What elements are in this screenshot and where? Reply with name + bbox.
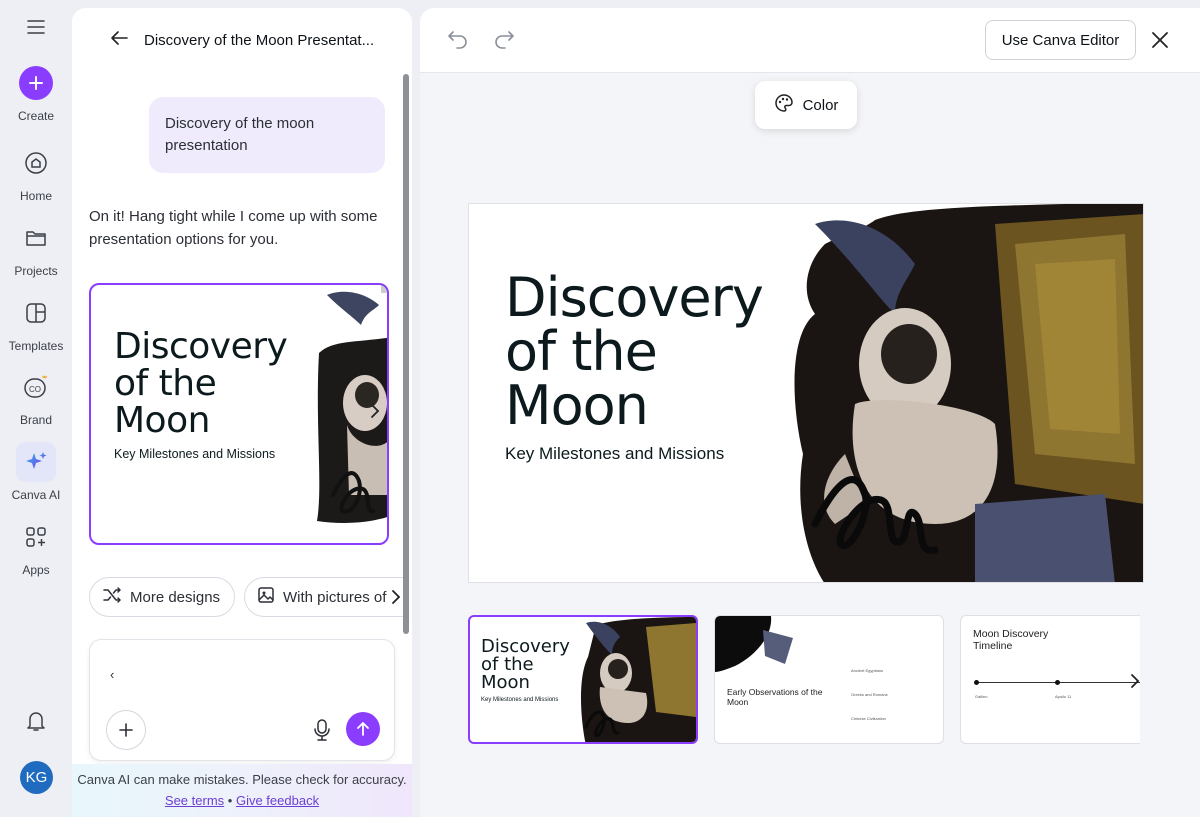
astronaut-image [794, 204, 1143, 582]
rail-brand-label: Brand [19, 413, 53, 427]
disclaimer-text: Canva AI can make mistakes. Please check… [77, 772, 407, 787]
rail-brand[interactable]: CO Brand [0, 367, 72, 427]
give-feedback-link[interactable]: Give feedback [236, 793, 319, 808]
redo-icon[interactable] [492, 28, 516, 55]
preview-next-icon[interactable] [369, 402, 387, 426]
thumb2-item: Greeks and Romans [851, 692, 888, 697]
undo-icon[interactable] [446, 28, 470, 55]
design-preview-card[interactable]: Discovery of the Moon Key Milestones and… [89, 283, 389, 545]
rail-canva-ai[interactable]: Canva AI [0, 442, 72, 502]
rail-create-label: Create [17, 109, 55, 123]
rail-apps[interactable]: Apps [0, 517, 72, 577]
rail-projects[interactable]: Projects [0, 218, 72, 278]
brand-icon: CO [16, 367, 56, 407]
panel-title: Discovery of the Moon Presentat... [144, 31, 375, 49]
thumb1-title: Discovery of the Moon [481, 636, 570, 693]
preview-canvas: Color Discovery of the Moon Key Mileston… [420, 73, 1200, 817]
back-arrow-icon[interactable] [110, 30, 128, 51]
rail-home[interactable]: Home [0, 143, 72, 203]
thumb2-heading: Early Observations of the Moon [727, 687, 823, 707]
home-icon [16, 143, 56, 183]
thumbnails-next-icon[interactable] [1129, 673, 1143, 689]
templates-icon [16, 293, 56, 333]
disclaimer-footer: Canva AI can make mistakes. Please check… [72, 764, 412, 817]
thumb1-subtitle: Key Milestones and Missions [481, 697, 559, 703]
slide-subtitle: Key Milestones and Missions [505, 444, 725, 463]
shuffle-icon [102, 586, 130, 608]
color-label: Color [802, 96, 839, 114]
thumb2-image [715, 616, 793, 672]
thumb3-item: Galileo [975, 694, 988, 699]
rail-templates-label: Templates [8, 339, 64, 353]
thumb3-item: Apollo 11 [1055, 694, 1072, 699]
preview-subtitle: Key Milestones and Missions [114, 447, 276, 461]
rail-canva-ai-label: Canva AI [11, 488, 61, 502]
panel-scrollbar[interactable] [403, 74, 409, 634]
apps-icon [16, 517, 56, 557]
send-button[interactable] [346, 712, 380, 746]
prompt-input-value: ‹ [110, 667, 115, 682]
left-rail: Create Home Projects Templates CO Brand … [0, 0, 72, 817]
with-pictures-label: With pictures of [283, 588, 387, 606]
panel-header: Discovery of the Moon Presentat... [72, 8, 412, 72]
thumbnail-slide-3[interactable]: Moon Discovery Timeline Galileo Apollo 1… [960, 615, 1140, 744]
thumb2-item: Chinese Civilization [851, 716, 886, 721]
footer-separator: • [227, 793, 233, 808]
rail-templates[interactable]: Templates [0, 293, 72, 353]
ai-message: On it! Hang tight while I come up with s… [89, 208, 378, 248]
svg-text:CO: CO [29, 385, 41, 394]
user-message: Discovery of the moon presentation [149, 97, 385, 173]
more-designs-button[interactable]: More designs [89, 577, 236, 617]
image-icon [257, 586, 283, 608]
preview-title: Discovery of the Moon [114, 326, 288, 441]
more-designs-label: More designs [130, 588, 221, 606]
thumb2-item: Ancient Egyptians [851, 668, 884, 673]
slide-title: Discovery of the Moon [505, 266, 764, 437]
microphone-icon[interactable] [312, 716, 332, 744]
chips-scroll-right-icon[interactable] [390, 588, 404, 606]
main-slide[interactable]: Discovery of the Moon Key Milestones and… [468, 203, 1144, 583]
palette-icon [774, 93, 803, 117]
folder-icon [16, 218, 56, 258]
thumbnail-slide-2[interactable]: Early Observations of the Moon Ancient E… [714, 615, 944, 744]
thumb3-heading: Moon Discovery Timeline [973, 628, 1049, 652]
timeline-dot [974, 680, 979, 685]
thumbnail-slide-1[interactable]: Discovery of the Moon Key Milestones and… [468, 615, 698, 744]
prompt-input[interactable]: ‹ [89, 639, 395, 761]
add-attachment-button[interactable] [106, 710, 146, 750]
avatar[interactable]: KG [20, 761, 53, 794]
design-preview-area: Use Canva Editor Color Discovery of the … [420, 8, 1200, 817]
rail-home-label: Home [19, 189, 52, 203]
plus-icon [19, 66, 53, 100]
rail-create[interactable]: Create [0, 63, 72, 123]
see-terms-link[interactable]: See terms [165, 793, 224, 808]
sparkle-icon [16, 442, 56, 482]
canva-ai-panel: Discovery of the Moon Presentat... Disco… [72, 8, 412, 817]
timeline-dot [1055, 680, 1060, 685]
rail-apps-label: Apps [22, 563, 50, 577]
close-icon[interactable] [1148, 28, 1172, 52]
editor-toolbar: Use Canva Editor [420, 8, 1200, 73]
use-canva-editor-button[interactable]: Use Canva Editor [985, 20, 1136, 60]
rail-projects-label: Projects [14, 264, 58, 278]
color-button[interactable]: Color [755, 81, 857, 129]
with-pictures-button[interactable]: With pictures of [244, 577, 404, 617]
bell-icon[interactable] [25, 709, 47, 733]
thumb1-image [581, 617, 696, 742]
menu-icon[interactable] [26, 18, 46, 36]
